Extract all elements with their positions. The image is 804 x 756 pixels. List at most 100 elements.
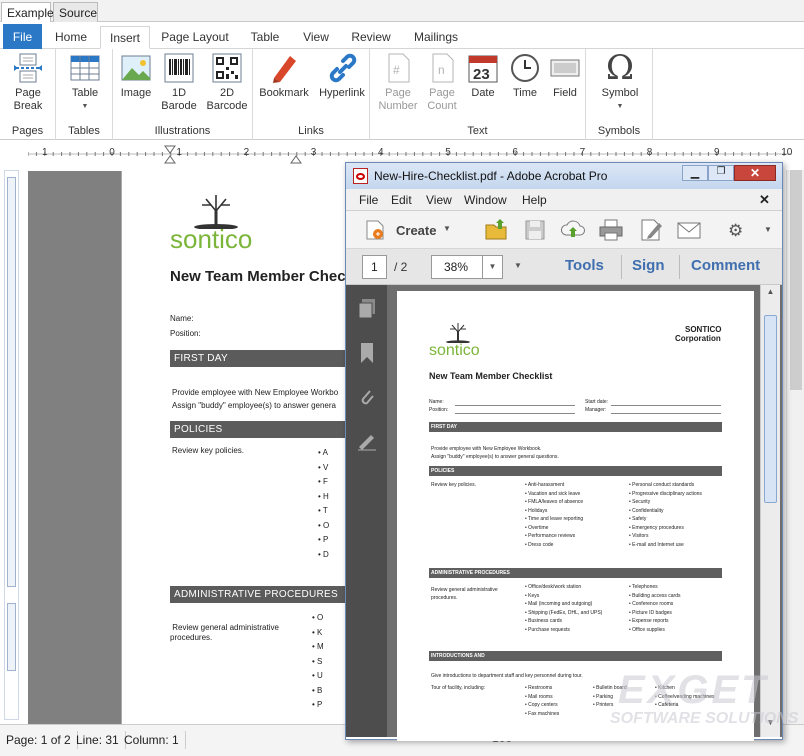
table-icon bbox=[69, 52, 101, 84]
edit-document-icon[interactable] bbox=[638, 217, 664, 243]
acrobat-window[interactable]: New-Hire-Checklist.pdf - Adobe Acrobat P… bbox=[345, 162, 783, 741]
image-button[interactable]: Image bbox=[117, 52, 155, 100]
chevron-down-icon[interactable]: ▼ bbox=[443, 224, 451, 233]
close-button[interactable]: ✕ bbox=[734, 165, 776, 181]
ruler-number: 1 bbox=[176, 147, 182, 158]
field-button[interactable]: Field bbox=[546, 52, 584, 100]
group-links-label: Links bbox=[298, 125, 324, 137]
list-item: • Expense reports bbox=[629, 618, 669, 624]
chevron-down-icon[interactable]: ▼ bbox=[482, 256, 502, 278]
tab-page-layout[interactable]: Page Layout bbox=[155, 26, 235, 49]
document-margin bbox=[28, 171, 121, 724]
open-folder-icon[interactable] bbox=[484, 217, 510, 243]
list-item: • Restrooms bbox=[525, 685, 553, 691]
list-item: • Holidays bbox=[525, 507, 548, 514]
scroll-up-icon[interactable]: ▲ bbox=[763, 287, 778, 301]
calendar-icon: 23 bbox=[467, 52, 499, 84]
group-symbols-label: Symbols bbox=[597, 125, 641, 137]
bookmark-button[interactable]: Bookmark bbox=[257, 52, 311, 100]
menu-edit[interactable]: Edit bbox=[391, 193, 412, 207]
attachments-icon[interactable] bbox=[358, 387, 376, 407]
tools-button[interactable]: Tools bbox=[565, 257, 604, 274]
scroll-thumb[interactable] bbox=[790, 170, 802, 390]
example-source-tabbar: Example Source bbox=[0, 0, 804, 22]
barcode-2d-button[interactable]: 2D Barcode bbox=[205, 52, 249, 113]
page-number-input[interactable]: 1 bbox=[362, 255, 387, 279]
email-icon[interactable] bbox=[676, 217, 702, 243]
pdf-manager: Manager: bbox=[585, 407, 607, 413]
ruler-number: 0 bbox=[109, 147, 115, 158]
gear-icon[interactable]: ⚙ bbox=[728, 221, 743, 241]
tab-file[interactable]: File bbox=[3, 24, 42, 49]
document-page[interactable]: sontico New Team Member Check Name: Posi… bbox=[121, 171, 361, 724]
pdf-fd-2: Assign "buddy" employee(s) to answer gen… bbox=[431, 454, 559, 460]
tab-source[interactable]: Source bbox=[53, 2, 98, 22]
menu-file[interactable]: File bbox=[359, 193, 378, 207]
tab-table[interactable]: Table bbox=[243, 26, 287, 49]
acrobat-titlebar[interactable]: New-Hire-Checklist.pdf - Adobe Acrobat P… bbox=[346, 163, 782, 189]
minimize-button[interactable]: ▁ bbox=[682, 165, 708, 181]
list-item: • Anti-harassment bbox=[525, 482, 565, 488]
menu-help[interactable]: Help bbox=[522, 193, 547, 207]
bookmarks-panel-icon[interactable] bbox=[359, 343, 375, 363]
section-policies: POLICIES bbox=[170, 421, 360, 438]
hyperlink-button[interactable]: Hyperlink bbox=[315, 52, 369, 100]
comment-button[interactable]: Comment bbox=[691, 257, 760, 274]
pdf-logo-text: sontico bbox=[429, 342, 480, 359]
symbol-button[interactable]: Ω Symbol ▼ bbox=[596, 51, 644, 113]
save-icon[interactable] bbox=[524, 219, 546, 241]
tab-example[interactable]: Example bbox=[1, 2, 54, 22]
tab-home[interactable]: Home bbox=[48, 26, 94, 49]
list-item: • Performance reviews bbox=[525, 533, 576, 539]
vertical-ruler[interactable] bbox=[4, 170, 19, 720]
toolbar-overflow-chevron-icon[interactable]: ▼ bbox=[764, 225, 772, 234]
menu-close-icon[interactable]: ✕ bbox=[759, 192, 770, 208]
create-button[interactable]: Create bbox=[396, 223, 436, 238]
menu-window[interactable]: Window bbox=[464, 193, 507, 207]
cloud-upload-icon[interactable] bbox=[560, 217, 586, 243]
list-item: • Time and leave reporting bbox=[525, 516, 584, 522]
group-symbols: Ω Symbol ▼ Symbols bbox=[586, 49, 653, 140]
page-count-button[interactable]: n Page Count bbox=[422, 52, 462, 113]
ruler-number: 2 bbox=[243, 147, 250, 158]
barcode-1d-button[interactable]: 1D Barode bbox=[159, 52, 199, 113]
time-button[interactable]: Time bbox=[506, 52, 544, 100]
menu-view[interactable]: View bbox=[426, 193, 452, 207]
tab-view[interactable]: View bbox=[295, 26, 337, 49]
signatures-icon[interactable] bbox=[357, 431, 377, 451]
table-button[interactable]: Table ▼ bbox=[64, 52, 106, 113]
maximize-button[interactable]: ❐ bbox=[708, 165, 734, 181]
pdf-admin-col-1: • Office/desk/work station • Keys • Mail (… bbox=[525, 583, 625, 634]
list-item: • Copy centers bbox=[525, 702, 558, 708]
divider bbox=[621, 255, 622, 279]
field-icon bbox=[549, 52, 581, 84]
ruler-number: 10 bbox=[781, 147, 793, 158]
sign-button[interactable]: Sign bbox=[632, 257, 665, 274]
policies-text: Review key policies. bbox=[172, 446, 245, 455]
page-number-button[interactable]: # Page Number bbox=[376, 52, 420, 113]
page-thumbnails-icon[interactable] bbox=[358, 299, 376, 319]
more-chevron-icon[interactable]: ▼ bbox=[514, 261, 522, 270]
list-item: • Dress code bbox=[525, 541, 554, 548]
list-item: • Safety bbox=[629, 516, 647, 522]
horizontal-ruler[interactable]: 1 0 1 2 3 4 5 6 7 8 9 10 bbox=[27, 144, 793, 164]
svg-text:#: # bbox=[393, 63, 400, 77]
print-icon[interactable] bbox=[598, 217, 624, 243]
page-break-button[interactable]: Page Break bbox=[6, 52, 50, 113]
pdf-section-first-day: FIRST DAY bbox=[429, 422, 722, 432]
bookmark-label: Bookmark bbox=[259, 87, 309, 99]
pdf-start-date: Start date: bbox=[585, 399, 609, 405]
zoom-select[interactable]: 38% ▼ bbox=[431, 255, 503, 279]
pdf-scroll-thumb[interactable] bbox=[764, 315, 777, 503]
tab-review[interactable]: Review bbox=[345, 26, 397, 49]
page-break-label: Page Break bbox=[13, 87, 43, 112]
chevron-down-icon: ▼ bbox=[616, 103, 624, 110]
tab-mailings[interactable]: Mailings bbox=[408, 26, 464, 49]
tab-insert[interactable]: Insert bbox=[100, 26, 150, 49]
document-scrollbar[interactable] bbox=[786, 170, 804, 724]
date-button[interactable]: 23 Date bbox=[464, 52, 502, 100]
list-item: • Overtime bbox=[525, 524, 549, 531]
list-item: • Security bbox=[629, 499, 651, 505]
ruler-number: 7 bbox=[579, 147, 586, 158]
list-item: • Keys bbox=[525, 592, 540, 599]
